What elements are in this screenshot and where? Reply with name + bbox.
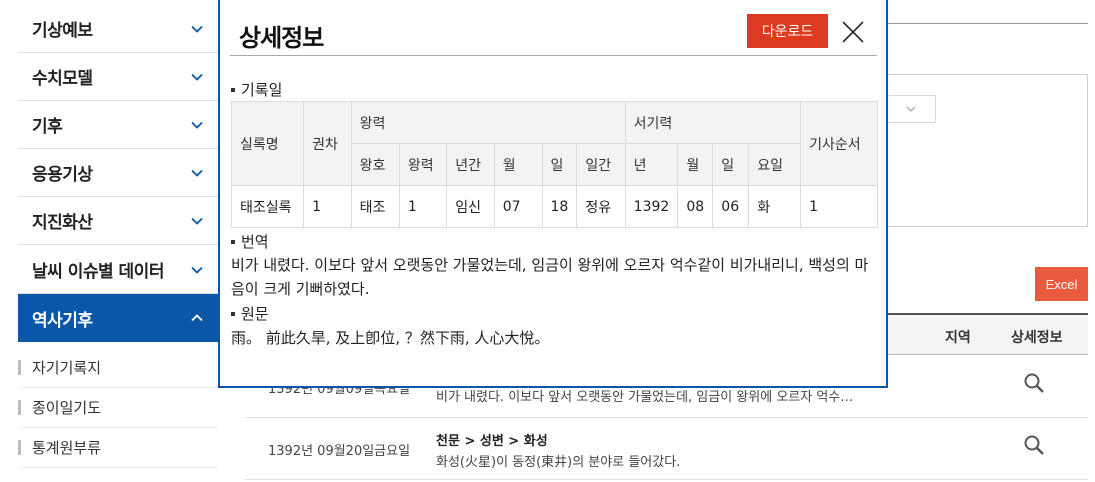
modal-title: 상세정보: [239, 24, 324, 52]
cell-month: 07: [493, 185, 543, 228]
excel-button[interactable]: Excel: [1035, 267, 1088, 301]
sidebar: 기상예보 수치모델 기후 응용기상 지진화산 날씨 이슈별 데이터 역사기후 자…: [0, 0, 218, 482]
header-s-month: 월: [677, 143, 714, 186]
search-icon[interactable]: [1023, 372, 1045, 394]
detail-modal: 상세정보 다운로드 기록일 실록명 권차 왕력 서기력 기사순서 왕호 왕력 년…: [218, 0, 888, 388]
region-header: 지역: [945, 330, 971, 346]
sidebar-item-label: 기상예보: [32, 21, 93, 41]
sidebar-item-label: 날씨 이슈별 데이터: [32, 262, 164, 282]
header-wangryeok-sub: 왕력: [398, 143, 448, 186]
header-wangho: 왕호: [350, 143, 400, 186]
cell-wangryeok: 1: [398, 185, 448, 228]
header-ilgan: 일간: [576, 143, 626, 186]
sub-item-marker: [18, 360, 21, 375]
sidebar-subitem-magnetic-record[interactable]: 자기기록지: [18, 348, 218, 388]
sidebar-item-weather-issue[interactable]: 날씨 이슈별 데이터: [18, 246, 218, 294]
detail-header: 상세정보: [1011, 330, 1063, 346]
cell-s-month: 08: [677, 185, 714, 228]
header-year: 년: [624, 143, 679, 186]
table-row[interactable]: 1392년 09월20일금요일 천문 > 성변 > 화성 화성(火星)이 동정(…: [245, 418, 1088, 480]
header-sillok: 실록명: [230, 101, 305, 186]
translation-text: 비가 내렸다. 이보다 앞서 오랫동안 가물었는데, 임금이 왕위에 오르자 억…: [231, 256, 869, 298]
chevron-down-icon: [191, 121, 203, 129]
cell-day: 18: [541, 185, 578, 228]
record-date-label-text: 기록일: [241, 81, 283, 99]
chevron-down-icon: [906, 106, 915, 112]
header-order: 기사순서: [800, 101, 878, 186]
cell-sillok: 태조실록: [230, 185, 305, 228]
sidebar-item-history[interactable]: 역사기후: [18, 294, 218, 342]
cell-nyeongan: 임신: [446, 185, 495, 228]
header-weekday: 요일: [748, 143, 802, 186]
chevron-up-icon: [191, 314, 203, 322]
header-volume: 권차: [303, 101, 352, 186]
sidebar-item-label: 지진화산: [32, 213, 93, 233]
table-row: 태조실록 1 태조 1 임신 07 18 정유 1392 08 06 화 1: [230, 185, 878, 228]
sidebar-item-label: 수치모델: [32, 69, 93, 89]
chevron-down-icon: [191, 266, 203, 274]
row-text: 화성(火星)이 동정(東井)의 분야로 들어갔다.: [436, 455, 681, 470]
search-select[interactable]: [886, 95, 936, 123]
sub-item-label: 자기기록지: [32, 359, 102, 377]
close-icon[interactable]: [840, 19, 866, 45]
sidebar-subitem-paper-chart[interactable]: 종이일기도: [18, 388, 218, 428]
cell-volume: 1: [303, 185, 352, 228]
row-category: 천문 > 성변 > 화성: [436, 434, 548, 449]
bullet-icon: [231, 311, 235, 316]
cell-order: 1: [800, 185, 878, 228]
header-month: 월: [493, 143, 543, 186]
header-wangryeok: 왕력: [350, 101, 626, 144]
header-seogiryeok: 서기력: [624, 101, 802, 144]
translation-label: 번역: [231, 231, 269, 252]
header-nyeongan: 년간: [446, 143, 495, 186]
chevron-down-icon: [191, 25, 203, 33]
sub-item-marker: [18, 440, 21, 455]
sidebar-item-earthquake[interactable]: 지진화산: [18, 197, 218, 245]
modal-divider: [230, 55, 877, 56]
cell-wangho: 태조: [350, 185, 400, 228]
sidebar-item-forecast[interactable]: 기상예보: [18, 5, 218, 53]
chevron-down-icon: [191, 73, 203, 81]
record-date-label: 기록일: [231, 79, 282, 100]
sidebar-subitem-statistics[interactable]: 통계원부류: [18, 428, 218, 468]
record-table: 실록명 권차 왕력 서기력 기사순서 왕호 왕력 년간 월 일 일간 년 월 일…: [230, 101, 878, 228]
chevron-down-icon: [191, 169, 203, 177]
original-label-text: 원문: [241, 305, 269, 323]
cell-year: 1392: [624, 185, 679, 228]
sidebar-item-model[interactable]: 수치모델: [18, 53, 218, 101]
download-button[interactable]: 다운로드: [747, 14, 828, 48]
bullet-icon: [231, 87, 235, 92]
row-text: 비가 내렸다. 이보다 앞서 오랫동안 가물었는데, 임금이 왕위에 오르자 억…: [436, 390, 854, 405]
sidebar-item-climate[interactable]: 기후: [18, 101, 218, 149]
sidebar-item-label: 응용기상: [32, 165, 93, 185]
sidebar-item-label: 역사기후: [32, 310, 93, 331]
search-icon[interactable]: [1023, 434, 1045, 456]
sidebar-item-applied[interactable]: 응용기상: [18, 149, 218, 197]
cell-ilgan: 정유: [576, 185, 626, 228]
sidebar-item-label: 기후: [32, 117, 63, 137]
sub-item-label: 종이일기도: [32, 399, 102, 417]
original-label: 원문: [231, 303, 269, 324]
top-divider: [886, 23, 1088, 24]
sub-item-label: 통계원부류: [32, 439, 102, 457]
cell-s-day: 06: [712, 185, 750, 228]
header-day: 일: [541, 143, 578, 186]
header-s-day: 일: [712, 143, 750, 186]
bullet-icon: [231, 239, 235, 244]
sub-item-marker: [18, 400, 21, 415]
row-date: 1392년 09월20일금요일: [268, 444, 411, 459]
chevron-down-icon: [191, 217, 203, 225]
original-text: 雨。 前此久旱, 及上卽位, ？然下雨, 人心大悅。: [231, 329, 550, 347]
translation-label-text: 번역: [241, 233, 269, 251]
cell-weekday: 화: [748, 185, 802, 228]
